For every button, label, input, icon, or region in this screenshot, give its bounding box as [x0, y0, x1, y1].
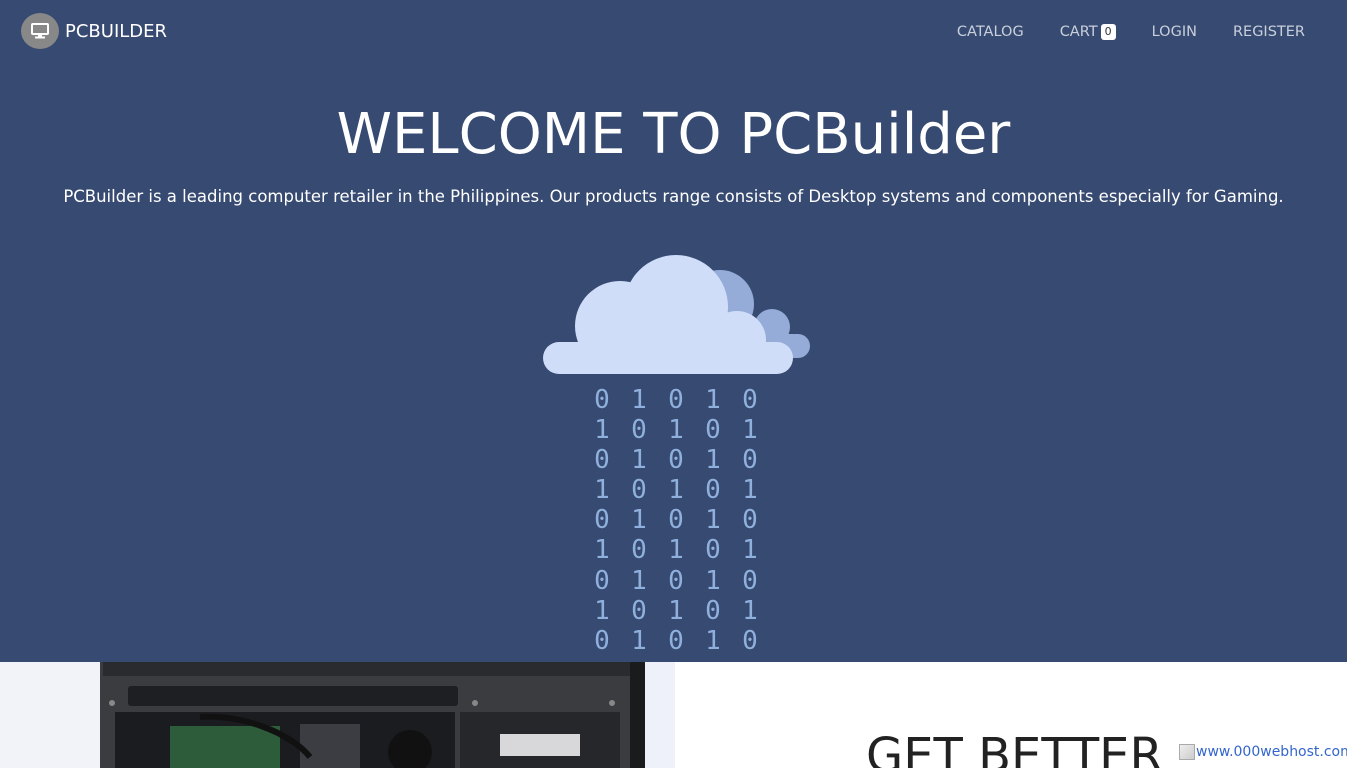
section-heading: GET BETTER	[866, 728, 1163, 768]
binary-digit: 1	[705, 625, 721, 656]
broken-image-icon	[1179, 744, 1195, 760]
nav-register-label: REGISTER	[1232, 24, 1305, 40]
binary-row: 10101	[588, 535, 764, 565]
binary-digit: 1	[742, 595, 758, 626]
nav-register-link[interactable]: REGISTER	[1233, 24, 1305, 40]
binary-digit: 0	[742, 505, 758, 536]
binary-digit: 1	[742, 475, 758, 506]
binary-rain: 0101010101010101010101010101010101010101…	[588, 385, 764, 656]
webhost-badge-text: www.000webhost.com	[1196, 744, 1347, 760]
binary-row: 01010	[588, 626, 764, 656]
monitor-icon	[21, 13, 59, 49]
binary-digit: 0	[668, 445, 684, 476]
nav-links: CATALOG CART 0 LOGIN REGISTER	[921, 0, 1305, 64]
binary-digit: 1	[594, 415, 610, 446]
nav-login-label: LOGIN	[1151, 24, 1197, 40]
binary-digit: 0	[668, 385, 684, 415]
binary-digit: 1	[742, 415, 758, 446]
binary-digit: 0	[631, 535, 647, 566]
binary-digit: 0	[594, 385, 610, 415]
binary-digit: 0	[705, 535, 721, 566]
pc-case-photo	[0, 662, 675, 768]
binary-digit: 0	[705, 475, 721, 506]
nav-catalog-link[interactable]: CATALOG	[957, 24, 1024, 40]
binary-digit: 1	[705, 505, 721, 536]
binary-digit: 1	[668, 535, 684, 566]
binary-row: 10101	[588, 596, 764, 626]
nav-login-link[interactable]: LOGIN	[1152, 24, 1197, 40]
binary-digit: 0	[668, 505, 684, 536]
navbar: PCBUILDER CATALOG CART 0 LOGIN REGISTER	[0, 0, 1347, 64]
binary-row: 10101	[588, 415, 764, 445]
binary-digit: 0	[742, 625, 758, 656]
binary-digit: 0	[594, 565, 610, 596]
binary-digit: 0	[742, 565, 758, 596]
binary-row: 10101	[588, 475, 764, 505]
binary-digit: 1	[631, 625, 647, 656]
binary-digit: 1	[705, 385, 721, 415]
nav-catalog-label: CATALOG	[956, 24, 1024, 40]
hero-section: PCBUILDER CATALOG CART 0 LOGIN REGISTER …	[0, 0, 1347, 662]
binary-row: 01010	[588, 505, 764, 535]
hero-title: WELCOME TO PCBuilder	[336, 102, 1011, 167]
binary-digit: 0	[668, 625, 684, 656]
binary-digit: 0	[705, 595, 721, 626]
cart-count-badge: 0	[1100, 24, 1116, 40]
nav-cart-label: CART	[1059, 24, 1098, 40]
webhost-badge-link[interactable]: www.000webhost.com	[1179, 744, 1347, 760]
binary-digit: 0	[594, 505, 610, 536]
binary-digit: 1	[668, 595, 684, 626]
binary-digit: 1	[705, 565, 721, 596]
binary-row: 01010	[588, 566, 764, 596]
binary-digit: 1	[668, 415, 684, 446]
binary-digit: 0	[705, 415, 721, 446]
binary-digit: 1	[631, 445, 647, 476]
binary-digit: 0	[631, 595, 647, 626]
binary-digit: 0	[742, 385, 758, 415]
binary-digit: 0	[631, 475, 647, 506]
binary-digit: 0	[668, 565, 684, 596]
binary-digit: 0	[742, 445, 758, 476]
binary-digit: 0	[631, 415, 647, 446]
binary-digit: 1	[631, 565, 647, 596]
brand-name: PCBUILDER	[65, 20, 168, 42]
binary-digit: 1	[705, 445, 721, 476]
binary-digit: 0	[594, 445, 610, 476]
brand-logo[interactable]: PCBUILDER	[21, 13, 167, 49]
binary-digit: 1	[594, 535, 610, 566]
binary-digit: 0	[594, 625, 610, 656]
binary-digit: 1	[631, 505, 647, 536]
binary-digit: 1	[668, 475, 684, 506]
binary-row: 01010	[588, 445, 764, 475]
binary-digit: 1	[742, 535, 758, 566]
binary-digit: 1	[594, 475, 610, 506]
binary-digit: 1	[594, 595, 610, 626]
hero-subtitle: PCBuilder is a leading computer retailer…	[63, 187, 1284, 206]
binary-row: 01010	[588, 385, 764, 415]
binary-digit: 1	[631, 385, 647, 415]
cloud-icon	[543, 255, 810, 374]
nav-cart-link[interactable]: CART 0	[1060, 24, 1116, 40]
